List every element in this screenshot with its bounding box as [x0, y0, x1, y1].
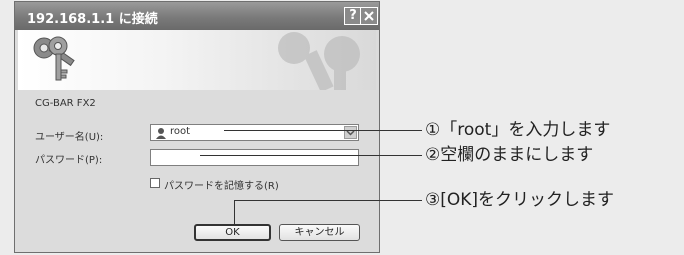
keys-watermark-icon: [278, 32, 360, 90]
close-button[interactable]: [360, 7, 378, 25]
combo-dropdown-button[interactable]: [344, 126, 357, 139]
annotation-step-3: ③[OK]をクリックします: [425, 190, 615, 210]
dialog-title: 192.168.1.1 に接続: [27, 12, 158, 27]
leader-line-ok-vertical: [234, 200, 235, 225]
leader-line-user: [224, 130, 422, 131]
server-name: CG-BAR FX2: [35, 98, 96, 109]
dialog-banner: [18, 30, 376, 90]
chevron-down-icon: [346, 130, 355, 136]
remember-password-label[interactable]: パスワードを記憶する(R): [164, 177, 279, 192]
ok-button[interactable]: OK: [194, 224, 271, 241]
annotation-step-2: ②空欄のままにします: [425, 145, 594, 165]
leader-line-ok: [234, 200, 422, 201]
remember-password-checkbox[interactable]: [150, 178, 160, 188]
leader-line-password: [200, 155, 422, 156]
password-label: パスワード(P):: [35, 155, 103, 166]
user-name-combo[interactable]: root: [150, 124, 359, 141]
title-bar[interactable]: 192.168.1.1 に接続 ?: [15, 2, 379, 30]
user-icon: [156, 128, 166, 139]
annotation-step-1: ①「root」を入力します: [425, 120, 611, 140]
close-icon: [364, 11, 374, 21]
cancel-button[interactable]: キャンセル: [279, 224, 360, 241]
password-field[interactable]: [150, 149, 359, 166]
keys-icon: [33, 36, 75, 81]
connect-dialog: 192.168.1.1 に接続 ? CG-BAR FX2 ユーザー名(U): r…: [14, 1, 380, 253]
user-name-value: root: [170, 126, 191, 137]
user-name-label: ユーザー名(U):: [35, 132, 104, 143]
